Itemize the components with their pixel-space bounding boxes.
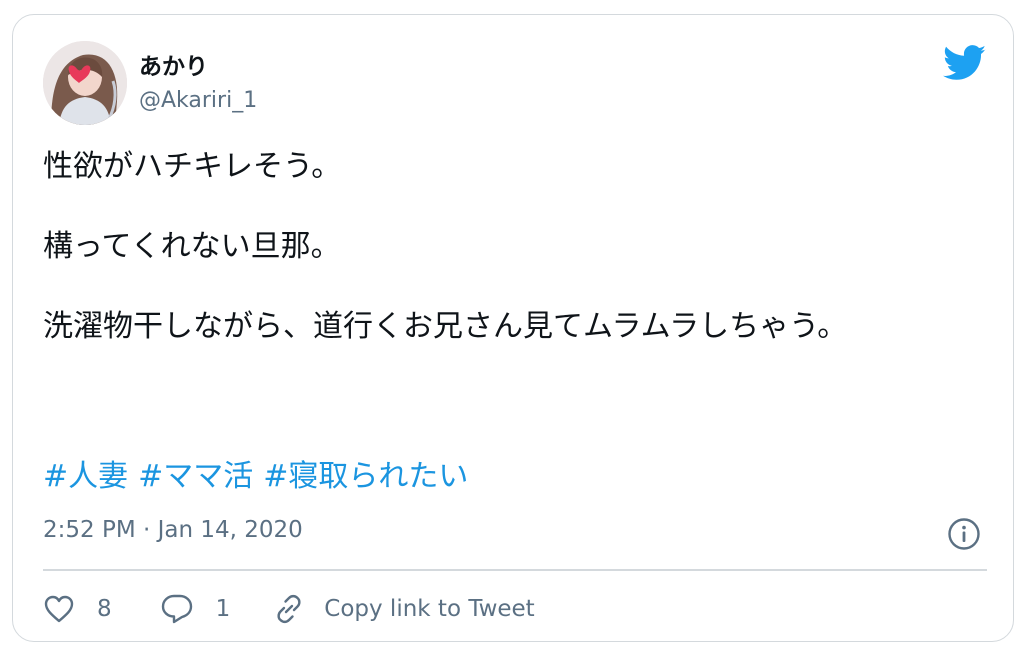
reply-bubble-icon [161,594,192,624]
hashtag-link-hitozuma[interactable]: #人妻 [43,459,128,494]
copy-link-label: Copy link to Tweet [324,596,535,622]
divider [43,569,987,571]
user-handle[interactable]: @Akariri_1 [139,88,257,113]
link-icon [277,594,301,624]
hashtag-link-netoraretai[interactable]: #寝取られたい [263,459,468,494]
info-icon[interactable] [947,517,981,551]
reply-count: 1 [215,596,231,622]
hashtag-list: #人妻 #ママ活 #寝取られたい [43,457,478,497]
tweet-paragraph-1: 性欲がハチキレそう。 [43,149,342,184]
tweet-paragraph-2: 構ってくれない旦那。 [43,229,341,264]
copy-link-button[interactable]: Copy link to Tweet [272,592,535,626]
avatar-image [43,41,127,125]
like-count: 8 [97,596,112,622]
action-bar: 8 1 Copy link to Tweet [43,589,535,629]
tweet-text: 性欲がハチキレそう。 構ってくれない旦那。 洗濯物干しながら、道行くお兄さん見て… [43,147,983,347]
tweet-card[interactable]: あかり @Akariri_1 性欲がハチキレそう。 構ってくれない旦那。 洗濯物… [12,14,1014,642]
hashtag-link-mamakatsu[interactable]: #ママ活 [138,459,253,494]
like-button[interactable]: 8 [43,594,112,624]
twitter-bird-icon[interactable] [943,45,987,81]
heart-icon [44,595,74,623]
tweet-timestamp[interactable]: 2:52 PM · Jan 14, 2020 [43,517,303,543]
display-name[interactable]: あかり [139,47,208,81]
tweet-paragraph-3: 洗濯物干しながら、道行くお兄さん見てムラムラしちゃう。 [43,309,848,344]
reply-button[interactable]: 1 [160,593,231,625]
avatar[interactable] [43,41,127,125]
